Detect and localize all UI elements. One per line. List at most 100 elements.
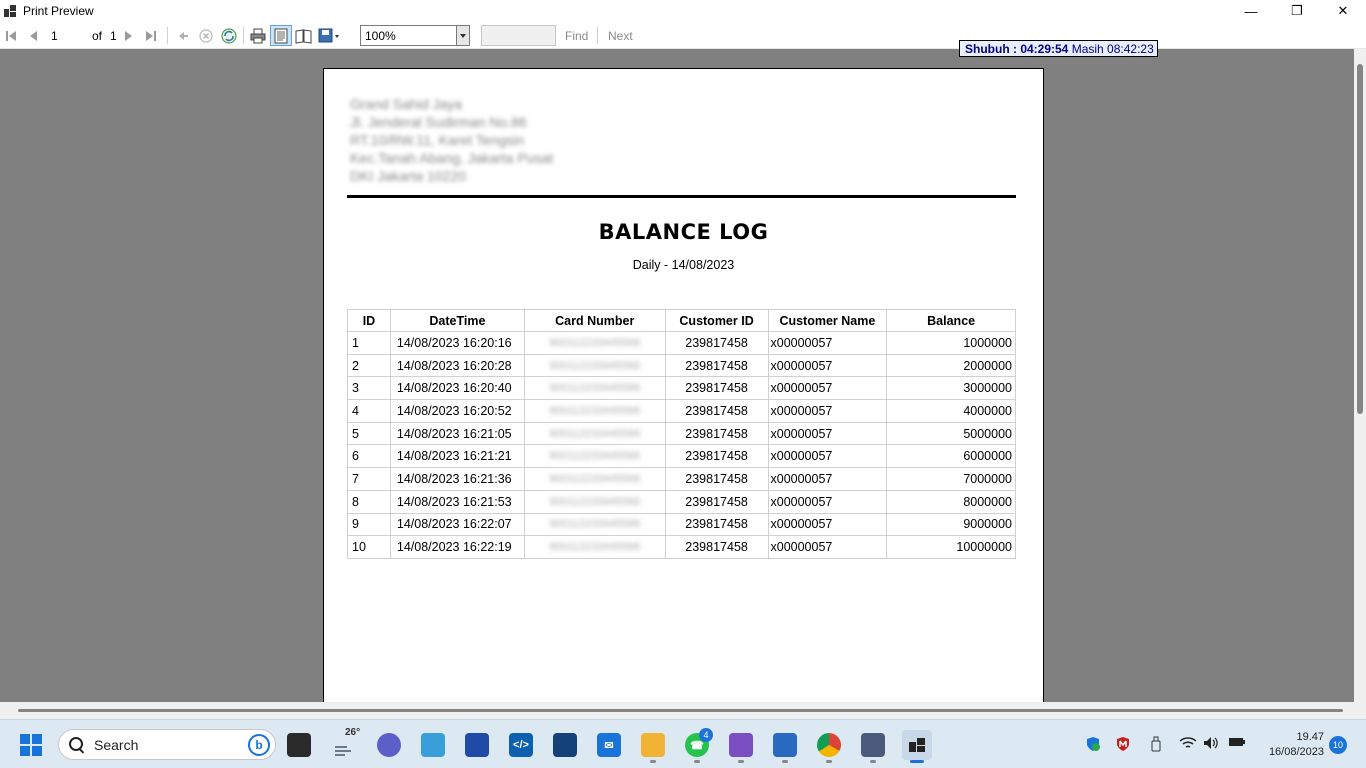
stop-icon[interactable] bbox=[197, 25, 215, 46]
toolbar: of 1 100% Find Next bbox=[0, 22, 1366, 49]
column-header-datetime: DateTime bbox=[389, 309, 525, 332]
battery-icon[interactable] bbox=[1228, 736, 1246, 751]
vertical-scrollbar[interactable] bbox=[1354, 49, 1366, 702]
header-rule bbox=[347, 195, 1016, 198]
report-title: BALANCE LOG bbox=[598, 220, 769, 244]
cell-datetime: 14/08/2023 16:21:05 bbox=[389, 421, 525, 446]
design-app-icon[interactable] bbox=[861, 733, 885, 757]
wifi-icon[interactable] bbox=[1179, 736, 1197, 753]
store-icon[interactable] bbox=[465, 733, 489, 757]
cell-id: 9 bbox=[347, 512, 391, 537]
print-preview-app-icon bbox=[4, 5, 16, 17]
cell-datetime: 14/08/2023 16:20:40 bbox=[389, 376, 525, 401]
cell-id: 5 bbox=[347, 421, 391, 446]
table-row: 4 14/08/2023 16:20:52 900112233445566 23981… bbox=[347, 399, 1016, 423]
print-icon[interactable] bbox=[248, 25, 268, 46]
cell-card: 900112233445566 bbox=[523, 444, 666, 469]
cell-customer-name: x00000057 bbox=[767, 467, 888, 491]
security-icon[interactable] bbox=[1085, 736, 1101, 755]
cell-card: 900112233445566 bbox=[523, 535, 666, 559]
cell-balance: 4000000 bbox=[886, 399, 1016, 423]
notification-badge[interactable]: 10 bbox=[1329, 736, 1347, 754]
table-header-row: ID DateTime Card Number Customer ID Cust… bbox=[347, 309, 1016, 332]
cell-customer-id: 239817458 bbox=[664, 331, 769, 355]
horizontal-scroll-thumb[interactable] bbox=[18, 709, 1343, 712]
first-page-icon[interactable] bbox=[4, 25, 18, 46]
cell-datetime: 14/08/2023 16:21:36 bbox=[389, 467, 525, 491]
prayer-time-widget: Shubuh : 04:29:54 Masih 08:42:23 bbox=[959, 40, 1158, 57]
address-line: Grand Sahid Jaya bbox=[350, 96, 463, 112]
weather-icon[interactable]: 26° bbox=[333, 727, 360, 757]
cell-balance: 8000000 bbox=[886, 489, 1016, 514]
weather-temp: 26° bbox=[345, 727, 361, 738]
running-indicator bbox=[694, 760, 700, 763]
refresh-icon[interactable] bbox=[220, 25, 238, 46]
next-button[interactable]: Next bbox=[608, 25, 633, 46]
next-page-icon[interactable] bbox=[122, 25, 136, 46]
active-indicator bbox=[910, 760, 924, 763]
cell-balance: 3000000 bbox=[886, 376, 1016, 401]
preview-viewport[interactable]: Grand Sahid Jaya Jl. Jenderal Sudirman N… bbox=[0, 49, 1354, 702]
vertical-scroll-thumb[interactable] bbox=[1357, 64, 1363, 414]
whatsapp-badge: 4 bbox=[699, 728, 713, 742]
cell-customer-id: 239817458 bbox=[664, 512, 769, 537]
antivirus-icon[interactable] bbox=[1115, 736, 1131, 755]
page-number-input[interactable] bbox=[46, 26, 88, 45]
previous-page-icon[interactable] bbox=[26, 25, 40, 46]
address-line: Kec.Tanah Abang, Jakarta Pusat bbox=[350, 150, 554, 166]
code-editor-icon[interactable]: </> bbox=[509, 733, 533, 757]
cell-customer-id: 239817458 bbox=[664, 467, 769, 491]
address-line: RT.10/RW.11, Karet Tengsin bbox=[350, 132, 525, 148]
last-page-icon[interactable] bbox=[144, 25, 158, 46]
visual-studio-icon[interactable] bbox=[729, 733, 753, 757]
running-indicator bbox=[782, 760, 788, 763]
cell-id: 8 bbox=[347, 489, 391, 514]
table-row: 1 14/08/2023 16:20:16 900112233445566 23981… bbox=[347, 331, 1016, 355]
table-row: 8 14/08/2023 16:21:53 900112233445566 23981… bbox=[347, 489, 1016, 514]
cell-customer-name: x00000057 bbox=[767, 444, 888, 469]
table-row: 3 14/08/2023 16:20:40 900112233445566 23981… bbox=[347, 376, 1016, 401]
windows-start-icon[interactable] bbox=[20, 734, 42, 756]
export-icon[interactable] bbox=[317, 25, 343, 46]
azure-data-studio-icon[interactable] bbox=[421, 733, 445, 757]
print-layout-icon[interactable] bbox=[270, 25, 292, 46]
print-preview-taskbar-icon[interactable] bbox=[902, 730, 932, 760]
cell-id: 10 bbox=[347, 535, 391, 559]
bing-icon[interactable]: b bbox=[248, 734, 270, 756]
cell-id: 6 bbox=[347, 444, 391, 469]
window-title: Print Preview bbox=[23, 4, 94, 18]
notepad-icon[interactable] bbox=[773, 733, 797, 757]
cell-card: 900112233445566 bbox=[523, 353, 666, 378]
system-clock[interactable]: 19.47 16/08/2023 bbox=[1256, 730, 1324, 760]
cell-card: 900112233445566 bbox=[523, 512, 666, 537]
cell-id: 7 bbox=[347, 467, 391, 491]
chat-icon[interactable] bbox=[377, 733, 401, 757]
remote-desktop-icon[interactable] bbox=[553, 733, 577, 757]
zoom-dropdown[interactable]: 100% bbox=[360, 25, 470, 46]
cell-datetime: 14/08/2023 16:20:16 bbox=[389, 331, 525, 355]
usb-icon[interactable] bbox=[1150, 736, 1162, 755]
horizontal-scrollbar[interactable] bbox=[0, 702, 1366, 719]
cell-customer-name: x00000057 bbox=[767, 421, 888, 446]
chevron-down-icon[interactable] bbox=[456, 26, 469, 45]
clock-date: 16/08/2023 bbox=[1268, 746, 1324, 758]
page-setup-icon[interactable] bbox=[294, 25, 314, 46]
cell-customer-name: x00000057 bbox=[767, 376, 888, 401]
mail-icon[interactable]: ✉ bbox=[597, 733, 621, 757]
task-view-icon[interactable] bbox=[287, 733, 311, 757]
taskbar-search[interactable]: Search b bbox=[58, 729, 276, 760]
back-icon[interactable] bbox=[175, 25, 191, 46]
cell-customer-id: 239817458 bbox=[664, 535, 769, 559]
file-explorer-icon[interactable] bbox=[641, 733, 665, 757]
cell-balance: 10000000 bbox=[886, 535, 1016, 559]
cell-balance: 1000000 bbox=[886, 331, 1016, 355]
restore-button[interactable]: ❐ bbox=[1274, 0, 1320, 22]
cell-balance: 5000000 bbox=[886, 421, 1016, 446]
minimize-button[interactable]: — bbox=[1228, 0, 1274, 22]
find-button[interactable]: Find bbox=[565, 25, 588, 46]
cell-balance: 2000000 bbox=[886, 353, 1016, 378]
chrome-icon[interactable] bbox=[817, 733, 841, 757]
find-input[interactable] bbox=[481, 25, 556, 46]
close-button[interactable]: ✕ bbox=[1320, 0, 1366, 22]
volume-icon[interactable] bbox=[1203, 736, 1219, 753]
